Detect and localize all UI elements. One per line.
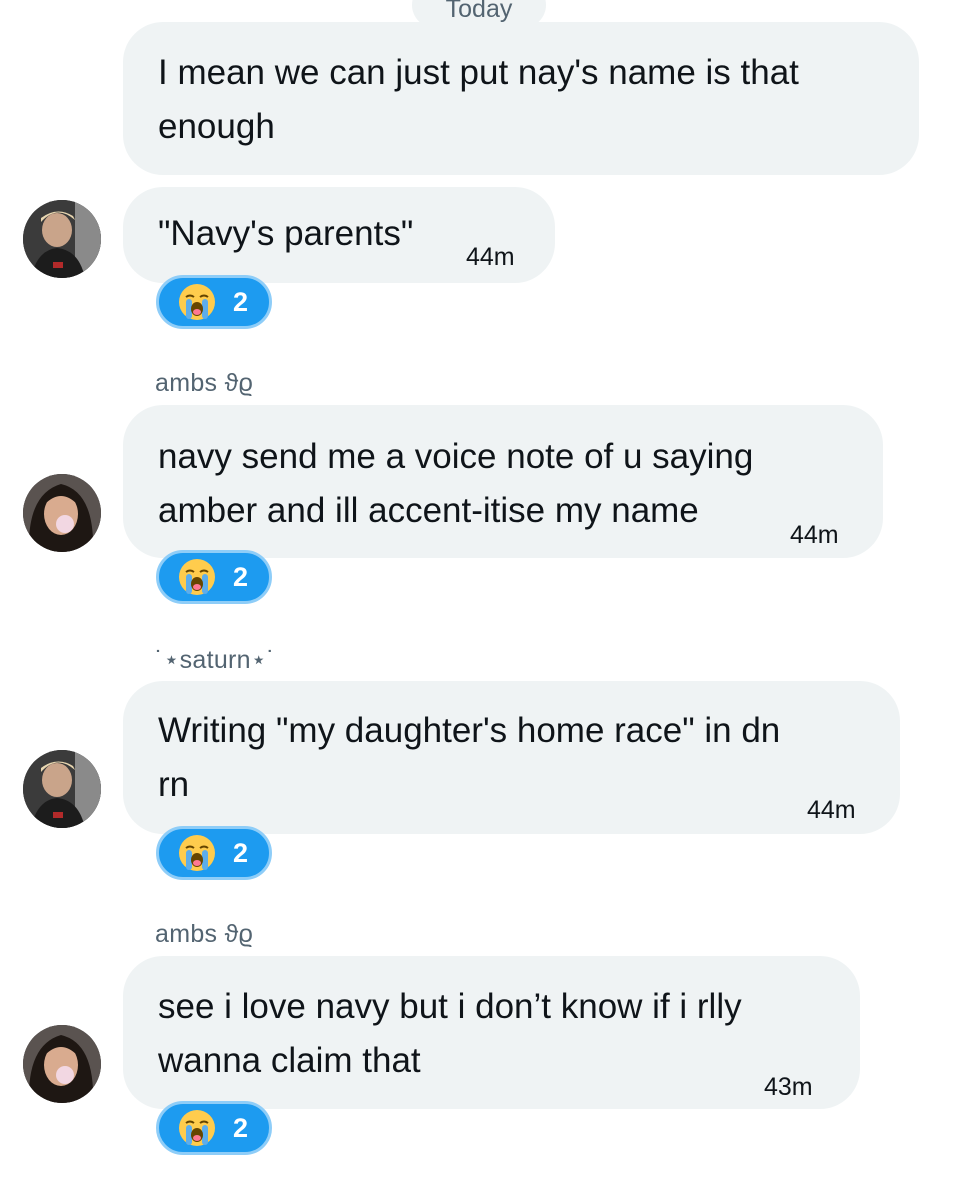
- sender-name: ambs ϑϱ: [155, 920, 254, 948]
- avatar[interactable]: [23, 750, 101, 828]
- message-timestamp: 43m: [764, 1073, 813, 1101]
- message-timestamp: 44m: [807, 796, 856, 824]
- message-timestamp: 44m: [790, 521, 839, 549]
- sender-name: ambs ϑϱ: [155, 369, 254, 397]
- avatar-photo: [23, 1025, 101, 1103]
- date-divider-label: Today: [445, 0, 513, 23]
- loudly-crying-face-icon: [177, 833, 217, 873]
- message-bubble[interactable]: Writing "my daughter's home race" in dn …: [123, 681, 900, 834]
- avatar[interactable]: [23, 474, 101, 552]
- reaction-count: 2: [233, 837, 249, 868]
- reaction-count: 2: [233, 561, 249, 592]
- reaction-badge[interactable]: 2: [156, 826, 272, 880]
- message-bubble[interactable]: "Navy's parents" 44m: [123, 187, 555, 283]
- reaction-count: 2: [233, 286, 249, 317]
- message-timestamp: 44m: [466, 243, 515, 271]
- message-bubble[interactable]: navy send me a voice note of u saying am…: [123, 405, 883, 558]
- message-bubble[interactable]: I mean we can just put nay's name is tha…: [123, 22, 919, 175]
- avatar-photo: [23, 750, 101, 828]
- message-text-line: Writing "my daughter's home race" in dn: [158, 711, 781, 750]
- reaction-count: 2: [233, 1112, 249, 1143]
- reaction-badge[interactable]: 2: [156, 1101, 272, 1155]
- loudly-crying-face-icon: [177, 1108, 217, 1148]
- avatar[interactable]: [23, 200, 101, 278]
- message-text-line: navy send me a voice note of u saying: [158, 437, 754, 476]
- message-text-line: amber and ill accent-itise my name: [158, 491, 699, 530]
- sender-name: ˙⋆saturn⋆˙: [155, 646, 276, 674]
- message-text-line: rn: [158, 765, 190, 804]
- avatar-photo: [23, 200, 101, 278]
- loudly-crying-face-icon: [177, 557, 217, 597]
- reaction-badge[interactable]: 2: [156, 275, 272, 329]
- reaction-badge[interactable]: 2: [156, 550, 272, 604]
- message-text-line: I mean we can just put nay's name is tha…: [158, 53, 799, 92]
- message-text-line: see i love navy but i don’t know if i rl…: [158, 987, 742, 1026]
- message-text-line: wanna claim that: [158, 1041, 421, 1080]
- loudly-crying-face-icon: [177, 282, 217, 322]
- message-text-line: enough: [158, 107, 275, 146]
- message-bubble[interactable]: see i love navy but i don’t know if i rl…: [123, 956, 860, 1109]
- avatar-photo: [23, 474, 101, 552]
- avatar[interactable]: [23, 1025, 101, 1103]
